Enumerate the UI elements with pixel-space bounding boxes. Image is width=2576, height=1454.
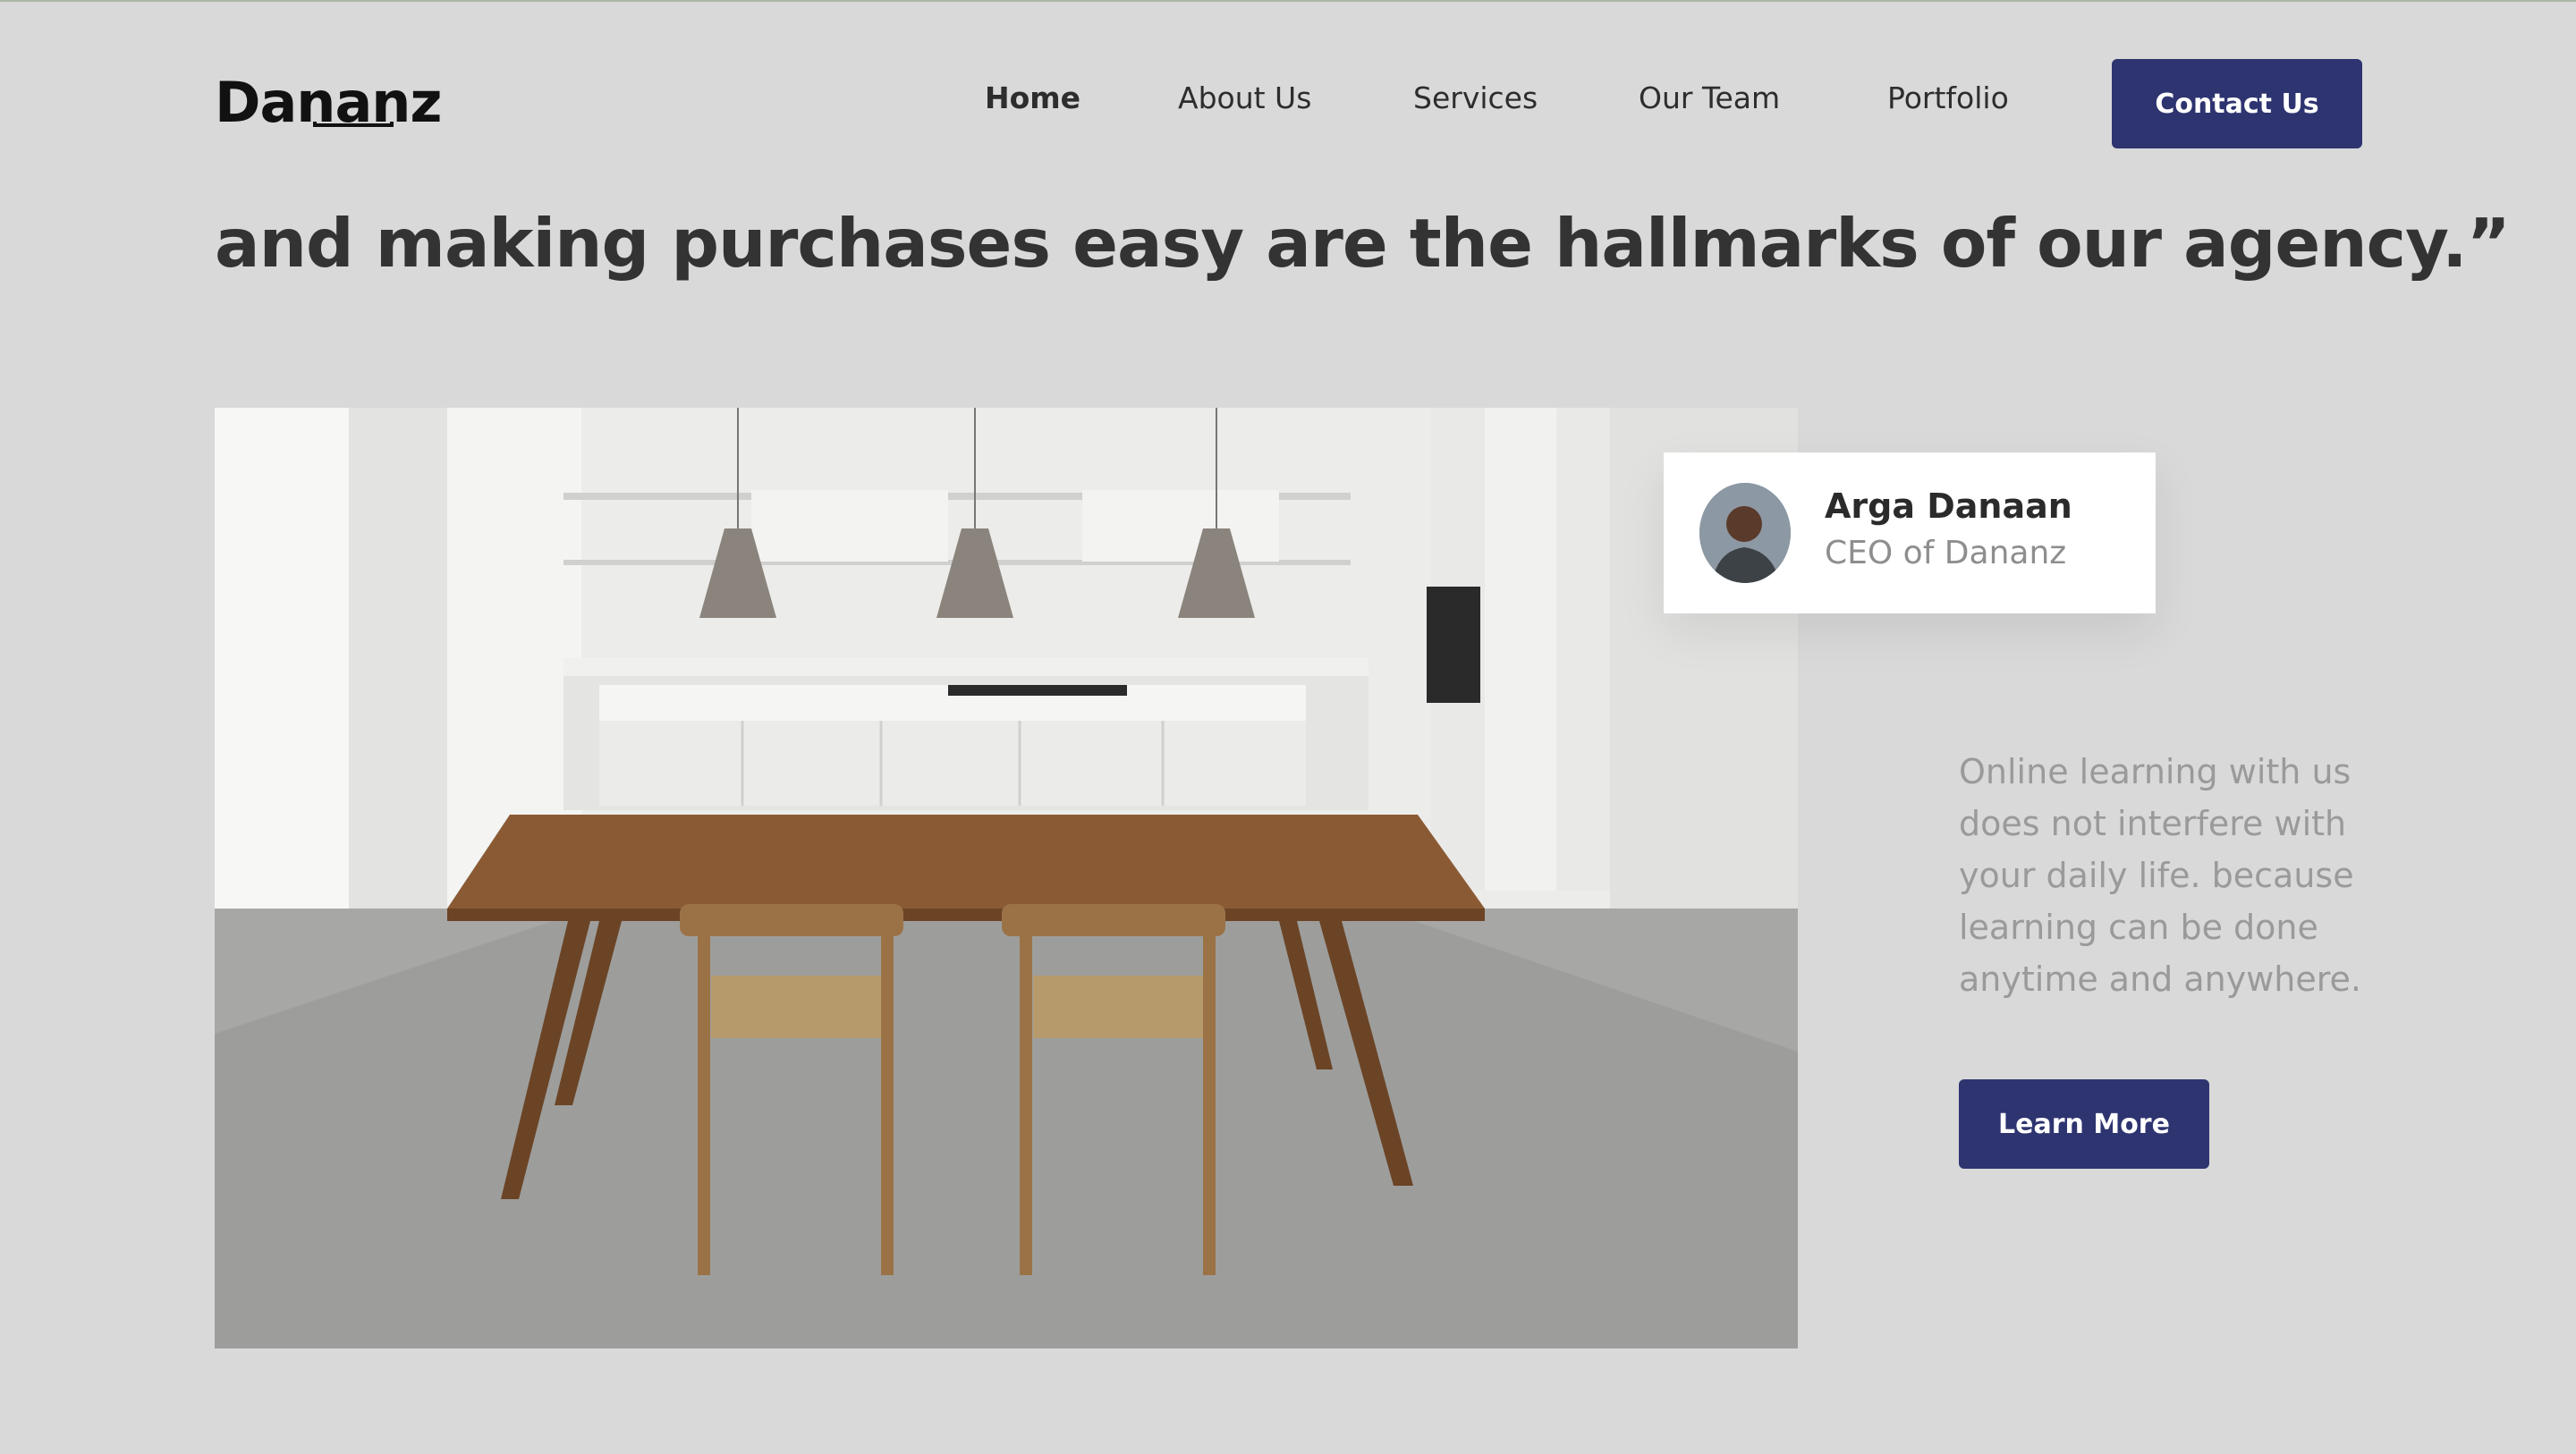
profile-name: Arga Danaan (1825, 486, 2072, 526)
nav-item-portfolio[interactable]: Portfolio (1887, 80, 2009, 115)
kitchen-interior-image (215, 408, 1798, 1348)
quote-heading: and making purchases easy are the hallma… (215, 204, 2511, 283)
avatar (1699, 483, 1791, 583)
nav-item-our-team[interactable]: Our Team (1639, 80, 1780, 115)
profile-card: Arga Danaan CEO of Dananz (1664, 452, 2156, 613)
profile-role: CEO of Dananz (1825, 535, 2067, 571)
nav-item-home[interactable]: Home (985, 80, 1080, 115)
learn-more-button[interactable]: Learn More (1959, 1079, 2209, 1169)
description-text: Online learning with us does not interfe… (1959, 752, 2362, 999)
nav-item-services[interactable]: Services (1413, 80, 1538, 115)
top-border (0, 0, 2576, 2)
logo-mark (313, 122, 394, 127)
nav-item-about-us[interactable]: About Us (1178, 80, 1311, 115)
contact-us-button[interactable]: Contact Us (2112, 59, 2362, 148)
